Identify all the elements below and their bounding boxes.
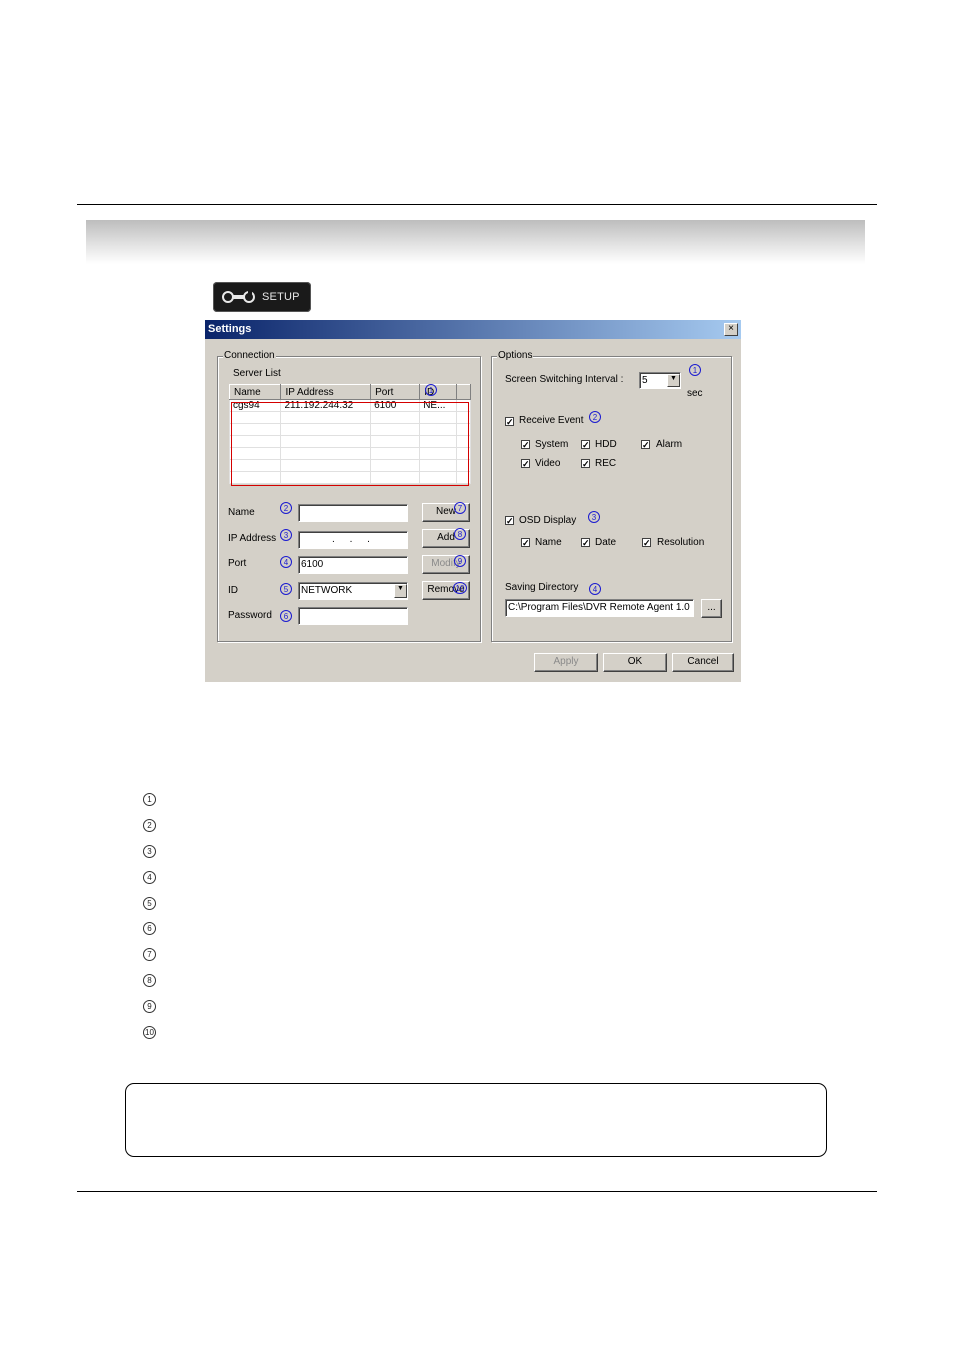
callout-number: 3	[280, 529, 292, 541]
video-label: Video	[535, 458, 561, 469]
list-number: 8	[143, 974, 156, 987]
callout-number: 6	[280, 610, 292, 622]
callout-number: 2	[589, 411, 601, 423]
ip-address-label: IP Address	[228, 533, 277, 544]
system-checkbox[interactable]: ✓	[521, 440, 530, 450]
callout-number: 7	[454, 502, 466, 514]
list-number: 6	[143, 922, 156, 935]
callout-number: 3	[588, 511, 600, 523]
column-header-extra	[455, 384, 472, 400]
list-number: 3	[143, 845, 156, 858]
callout-number: 4	[280, 556, 292, 568]
name-input[interactable]	[298, 504, 408, 522]
callout-number: 2	[280, 502, 292, 514]
password-input[interactable]	[298, 607, 408, 625]
hdd-label: HDD	[595, 439, 617, 450]
alarm-label: Alarm	[656, 439, 683, 450]
list-number: 2	[143, 819, 156, 832]
note-box	[125, 1083, 827, 1157]
osd-resolution-checkbox[interactable]: ✓	[642, 538, 651, 548]
osd-date-checkbox[interactable]: ✓	[581, 538, 590, 548]
osd-resolution-label: Resolution	[657, 537, 705, 548]
list-number: 5	[143, 897, 156, 910]
callout-number: 4	[589, 583, 601, 595]
saving-directory-input[interactable]: C:\Program Files\DVR Remote Agent 1.0	[505, 599, 694, 617]
osd-date-label: Date	[595, 537, 617, 548]
callout-number: 10	[453, 582, 467, 594]
settings-dialog: Settings × Connection Server List Name I…	[205, 320, 741, 682]
setup-button[interactable]: SETUP	[213, 282, 311, 312]
column-header[interactable]: IP Address	[280, 384, 372, 400]
list-number: 4	[143, 871, 156, 884]
osd-name-label: Name	[535, 537, 562, 548]
cancel-button[interactable]: Cancel	[672, 653, 734, 672]
port-input[interactable]: 6100	[298, 556, 408, 574]
list-number: 1	[143, 793, 156, 806]
saving-directory-label: Saving Directory	[505, 582, 579, 593]
id-label: ID	[228, 585, 238, 596]
id-select[interactable]: NETWORK	[298, 582, 408, 600]
osd-display-label: OSD Display	[519, 515, 577, 526]
top-rule	[77, 204, 877, 205]
options-group-label: Options	[497, 350, 534, 361]
connection-group-label: Connection	[223, 350, 276, 361]
hdd-checkbox[interactable]: ✓	[581, 440, 590, 450]
browse-button[interactable]: ...	[701, 599, 722, 618]
dialog-title: Settings	[208, 323, 252, 335]
name-label: Name	[228, 507, 255, 518]
server-list-label: Server List	[233, 368, 281, 379]
alarm-checkbox[interactable]: ✓	[641, 440, 650, 450]
interval-unit: sec	[687, 388, 703, 399]
wrench-icon	[222, 290, 255, 303]
section-header-banner	[86, 220, 865, 264]
list-number: 7	[143, 948, 156, 961]
osd-display-checkbox[interactable]: ✓	[505, 516, 514, 526]
rec-label: REC	[595, 458, 617, 469]
list-number: 9	[143, 1000, 156, 1013]
close-icon[interactable]: ×	[724, 323, 738, 336]
callout-number: 5	[280, 583, 292, 595]
video-checkbox[interactable]: ✓	[521, 459, 530, 469]
callout-number: 9	[454, 555, 466, 567]
column-header[interactable]: Port	[370, 384, 421, 400]
apply-button[interactable]: Apply	[534, 653, 598, 672]
ok-button[interactable]: OK	[603, 653, 667, 672]
chevron-down-icon[interactable]: ▼	[394, 584, 407, 598]
receive-event-checkbox[interactable]: ✓	[505, 417, 514, 427]
interval-label: Screen Switching Interval :	[505, 374, 624, 385]
dialog-titlebar: Settings ×	[205, 320, 741, 339]
rec-checkbox[interactable]: ✓	[581, 459, 590, 469]
port-label: Port	[228, 558, 247, 569]
server-list-highlight	[231, 402, 469, 486]
receive-event-label: Receive Event	[519, 415, 584, 426]
list-number: 10	[143, 1026, 156, 1039]
password-label: Password	[228, 610, 272, 621]
callout-number: 1	[689, 364, 701, 376]
callout-number: 8	[454, 528, 466, 540]
setup-button-label: SETUP	[262, 291, 300, 303]
osd-name-checkbox[interactable]: ✓	[521, 538, 530, 548]
system-label: System	[535, 439, 569, 450]
chevron-down-icon[interactable]: ▼	[667, 374, 680, 387]
bottom-rule	[77, 1191, 877, 1192]
ip-address-input[interactable]: . . .	[298, 531, 408, 549]
callout-number: 1	[425, 384, 437, 396]
column-header[interactable]: Name	[228, 384, 282, 400]
